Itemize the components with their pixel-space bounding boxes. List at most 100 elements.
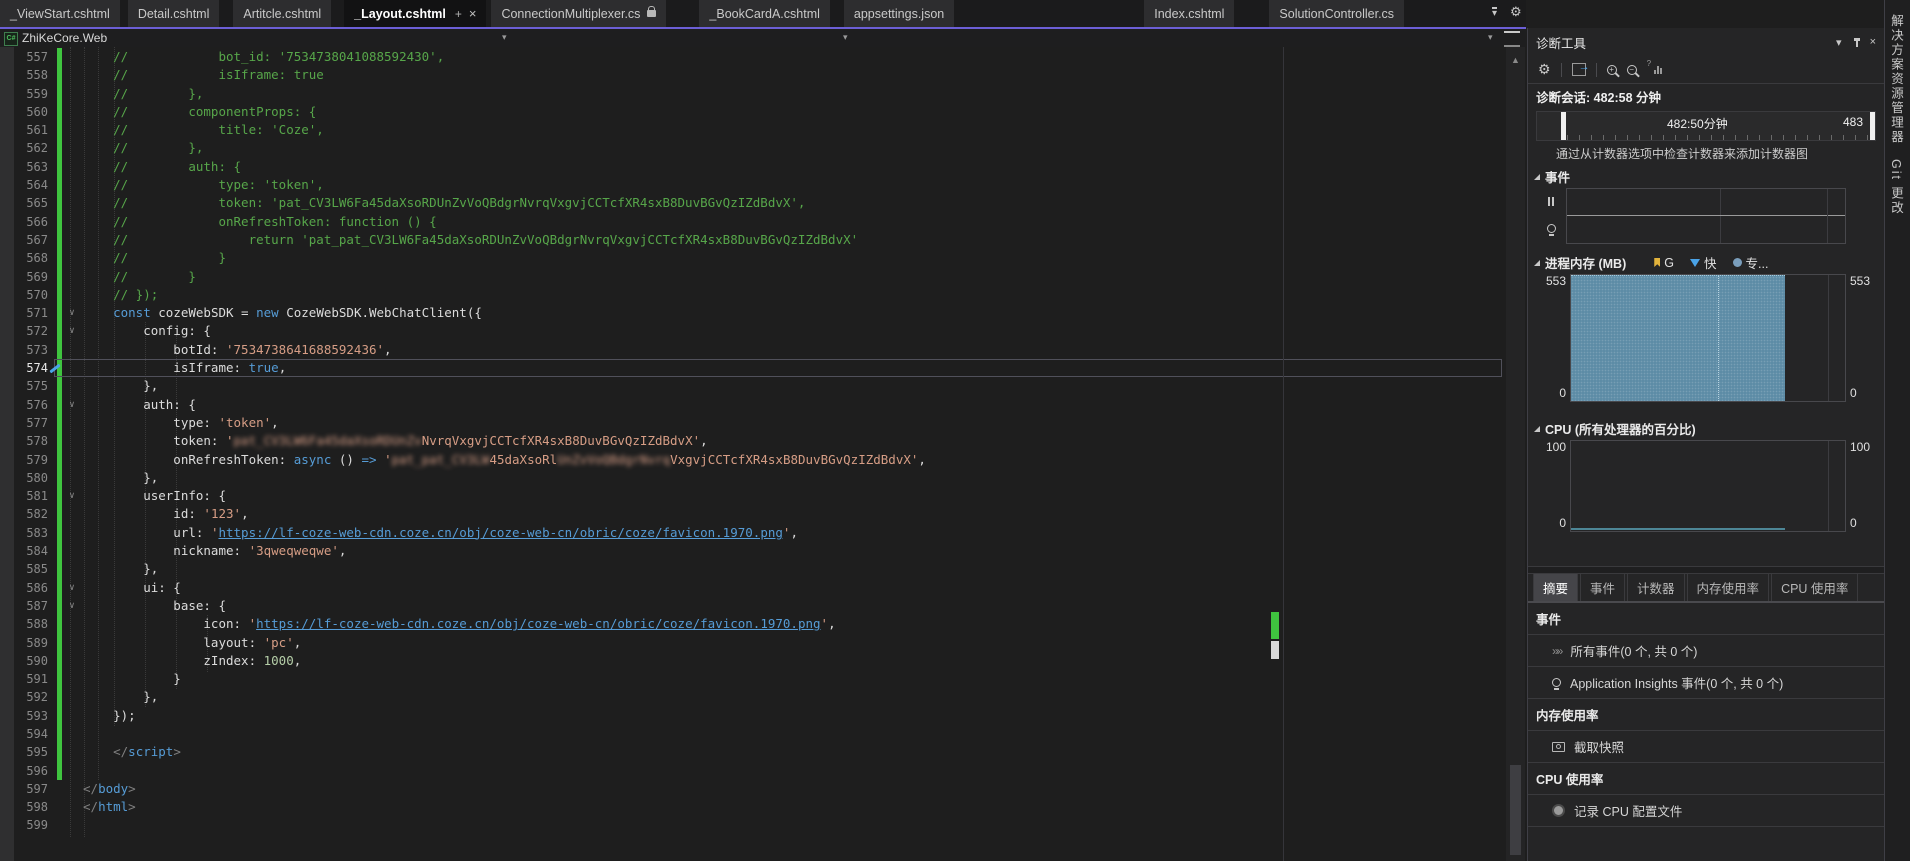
timeline-right-handle[interactable] bbox=[1870, 112, 1875, 140]
code-line[interactable]: 566 // onRefreshToken: function () { bbox=[0, 213, 1526, 231]
panel-header[interactable]: 诊断工具 ▾ × bbox=[1528, 28, 1884, 56]
editor-vertical-scrollbar[interactable]: ▲ bbox=[1506, 47, 1525, 861]
file-tab[interactable]: _Layout.cshtml+× bbox=[344, 0, 486, 27]
file-tab[interactable]: _ViewStart.cshtml bbox=[0, 0, 120, 27]
code-line[interactable]: 590 zIndex: 1000, bbox=[0, 652, 1526, 670]
file-tab[interactable]: Artitcle.cshtml bbox=[233, 0, 331, 27]
scrollbar-thumb[interactable] bbox=[1510, 765, 1521, 855]
code-line[interactable]: 580 }, bbox=[0, 469, 1526, 487]
settings-gear-icon[interactable]: ⚙ bbox=[1538, 61, 1551, 78]
code-line[interactable]: 572∨ config: { bbox=[0, 322, 1526, 340]
code-line[interactable]: 597</body> bbox=[0, 780, 1526, 798]
code-line[interactable]: 598</html> bbox=[0, 798, 1526, 816]
add-counter-chart-icon[interactable] bbox=[1647, 66, 1662, 74]
cpu-section-header[interactable]: CPU (所有处理器的百分比) bbox=[1528, 416, 1884, 440]
tabstrip-settings-icon[interactable]: ⚙ bbox=[1510, 4, 1522, 20]
file-tab[interactable]: Detail.cshtml bbox=[128, 0, 220, 27]
scroll-thumb-mark[interactable] bbox=[1271, 641, 1279, 659]
pin-tab-icon[interactable]: + bbox=[455, 7, 462, 21]
project-dropdown-icon[interactable]: ▾ bbox=[502, 32, 507, 43]
diag-tab[interactable]: 内存使用率 bbox=[1687, 573, 1770, 601]
close-icon[interactable]: × bbox=[1870, 36, 1876, 48]
events-section-header[interactable]: 事件 bbox=[1528, 164, 1884, 188]
code-line[interactable]: 565 // token: 'pat_CV3LW6Fa45daXsoRDUnZv… bbox=[0, 194, 1526, 212]
diag-tab[interactable]: 摘要 bbox=[1533, 573, 1578, 601]
file-tab[interactable]: Index.cshtml bbox=[1144, 0, 1234, 27]
code-line[interactable]: 592 }, bbox=[0, 688, 1526, 706]
zoom-in-icon[interactable]: + bbox=[1607, 65, 1617, 75]
code-line[interactable]: 557 // bot_id: '7534738041088592430', bbox=[0, 48, 1526, 66]
file-tab[interactable]: _BookCardA.cshtml bbox=[699, 0, 829, 27]
code-line[interactable]: 583 url: 'https://lf-coze-web-cdn.coze.c… bbox=[0, 524, 1526, 542]
code-line[interactable]: 571∨ const cozeWebSDK = new CozeWebSDK.W… bbox=[0, 304, 1526, 322]
summary-row[interactable]: 截取快照 bbox=[1528, 731, 1884, 763]
code-line[interactable]: 573 botId: '7534738641688592436', bbox=[0, 341, 1526, 359]
code-line[interactable]: 568 // } bbox=[0, 249, 1526, 267]
zoom-out-icon[interactable]: − bbox=[1627, 65, 1637, 75]
fold-chevron-icon[interactable]: ∨ bbox=[64, 396, 80, 414]
code-line[interactable]: 559 // }, bbox=[0, 85, 1526, 103]
collapse-triangle-icon[interactable] bbox=[1534, 426, 1540, 432]
code-line[interactable]: 577 type: 'token', bbox=[0, 414, 1526, 432]
code-line[interactable]: 579 onRefreshToken: async () => 'pat_pat… bbox=[0, 451, 1526, 469]
code-editor[interactable]: 557 // bot_id: '7534738041088592430',558… bbox=[0, 47, 1526, 861]
fold-chevron-icon[interactable]: ∨ bbox=[64, 597, 80, 615]
collapse-triangle-icon[interactable] bbox=[1534, 260, 1540, 266]
summary-row[interactable]: 记录 CPU 配置文件 bbox=[1528, 795, 1884, 827]
code-line[interactable]: 576∨ auth: { bbox=[0, 396, 1526, 414]
file-tab[interactable]: ConnectionMultiplexer.cs bbox=[491, 0, 666, 27]
pause-icon[interactable] bbox=[1548, 197, 1554, 206]
code-line[interactable]: 596 bbox=[0, 762, 1526, 780]
code-line[interactable]: 586∨ ui: { bbox=[0, 579, 1526, 597]
legend-item[interactable]: 专... bbox=[1733, 253, 1769, 272]
code-line[interactable]: 591 } bbox=[0, 670, 1526, 688]
summary-row[interactable]: »»所有事件(0 个, 共 0 个) bbox=[1528, 635, 1884, 667]
code-line[interactable]: 560 // componentProps: { bbox=[0, 103, 1526, 121]
file-tab[interactable]: appsettings.json bbox=[844, 0, 954, 27]
legend-item[interactable]: 快 bbox=[1690, 253, 1717, 272]
code-line[interactable]: 584 nickname: '3qweqweqwe', bbox=[0, 542, 1526, 560]
diag-tab[interactable]: CPU 使用率 bbox=[1771, 573, 1858, 601]
code-line[interactable]: 575 }, bbox=[0, 377, 1526, 395]
code-line[interactable]: 570 // }); bbox=[0, 286, 1526, 304]
fold-chevron-icon[interactable]: ∨ bbox=[64, 304, 80, 322]
session-timeline[interactable]: 482:50分钟 483 bbox=[1536, 111, 1876, 141]
code-line[interactable]: 582 id: '123', bbox=[0, 505, 1526, 523]
project-selector[interactable]: ZhiKeCore.Web bbox=[22, 31, 107, 45]
fold-chevron-icon[interactable]: ∨ bbox=[64, 322, 80, 340]
split-window-handle-icon[interactable] bbox=[1504, 31, 1520, 47]
code-line[interactable]: 563 // auth: { bbox=[0, 158, 1526, 176]
code-line[interactable]: 587∨ base: { bbox=[0, 597, 1526, 615]
code-line[interactable]: 594 bbox=[0, 725, 1526, 743]
scroll-up-icon[interactable]: ▲ bbox=[1506, 55, 1525, 65]
code-line[interactable]: 595 </script> bbox=[0, 743, 1526, 761]
code-line[interactable]: 599 bbox=[0, 816, 1526, 834]
code-line[interactable]: 578 token: 'pat_CV3LW6Fa45daXsoRDUnZvNvr… bbox=[0, 432, 1526, 450]
diag-tab[interactable]: 计数器 bbox=[1627, 573, 1685, 601]
memory-section-header[interactable]: 进程内存 (MB) G快专... bbox=[1528, 250, 1884, 274]
code-line[interactable]: 558 // isIframe: true bbox=[0, 66, 1526, 84]
code-line[interactable]: 581∨ userInfo: { bbox=[0, 487, 1526, 505]
legend-item[interactable]: G bbox=[1654, 256, 1674, 270]
member-dropdown-icon[interactable]: ▾ bbox=[1488, 32, 1493, 43]
panel-menu-icon[interactable]: ▾ bbox=[1836, 36, 1842, 49]
code-line[interactable]: 562 // }, bbox=[0, 139, 1526, 157]
code-line[interactable]: 585 }, bbox=[0, 560, 1526, 578]
timeline-left-handle[interactable] bbox=[1561, 112, 1566, 140]
code-line[interactable]: 574 isIframe: true, bbox=[0, 359, 1526, 377]
pin-icon[interactable] bbox=[1856, 38, 1858, 47]
tab-overflow-icon[interactable]: ▾ bbox=[1492, 7, 1497, 19]
code-line[interactable]: 564 // type: 'token', bbox=[0, 176, 1526, 194]
side-tab-git-changes[interactable]: Git 更改 bbox=[1890, 159, 1906, 215]
export-icon[interactable] bbox=[1572, 63, 1586, 76]
code-line[interactable]: 589 layout: 'pc', bbox=[0, 634, 1526, 652]
summary-row[interactable]: Application Insights 事件(0 个, 共 0 个) bbox=[1528, 667, 1884, 699]
code-line[interactable]: 593 }); bbox=[0, 707, 1526, 725]
code-line[interactable]: 588 icon: 'https://lf-coze-web-cdn.coze.… bbox=[0, 615, 1526, 633]
file-tab[interactable]: SolutionController.cs bbox=[1269, 0, 1404, 27]
type-dropdown-icon[interactable]: ▾ bbox=[843, 32, 848, 43]
code-line[interactable]: 561 // title: 'Coze', bbox=[0, 121, 1526, 139]
code-line[interactable]: 567 // return 'pat_pat_CV3LW6Fa45daXsoRD… bbox=[0, 231, 1526, 249]
code-line[interactable]: 569 // } bbox=[0, 268, 1526, 286]
close-tab-icon[interactable]: × bbox=[469, 6, 477, 21]
